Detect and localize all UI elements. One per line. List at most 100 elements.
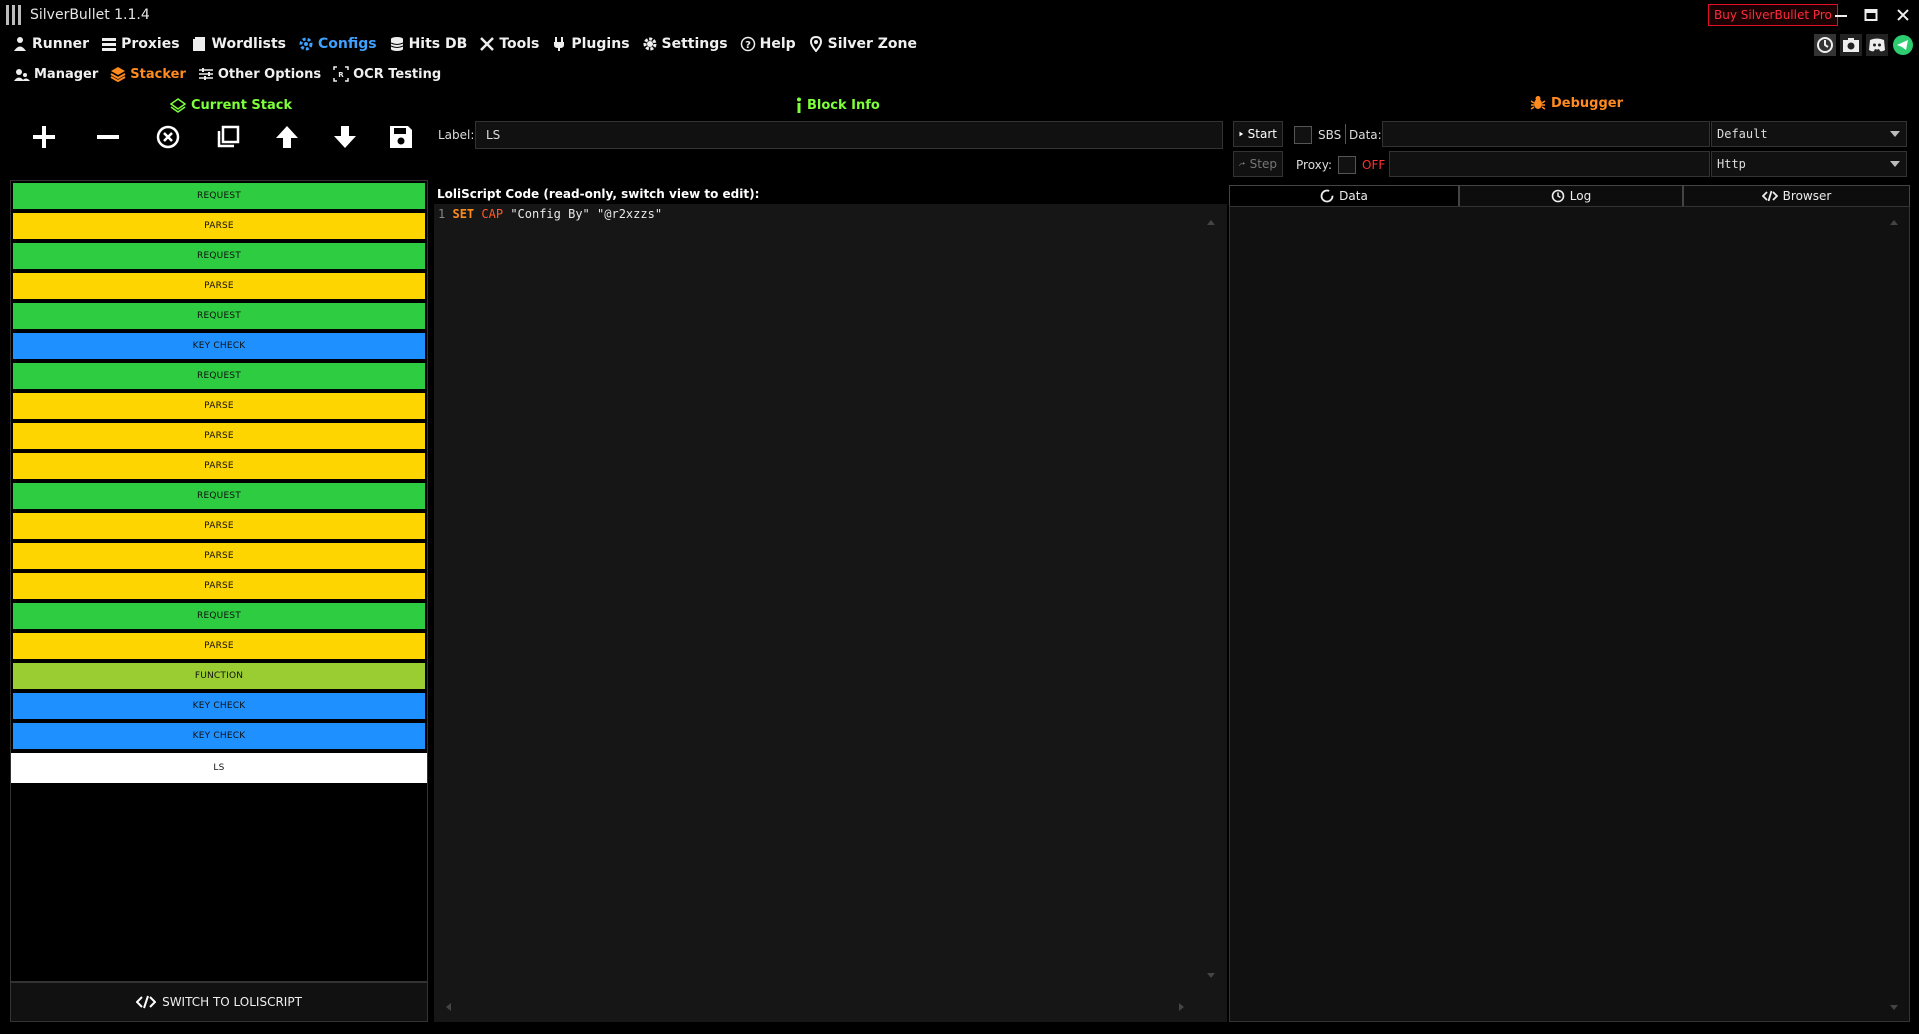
submenu-stacker[interactable]: Stacker — [110, 66, 186, 82]
chevron-down-icon — [1890, 131, 1900, 137]
save-config-button[interactable] — [381, 120, 421, 154]
stack-block-parse[interactable]: PARSE — [13, 213, 425, 239]
submenu-ocr-testing-label: OCR Testing — [353, 66, 442, 82]
menu-settings[interactable]: Settings — [642, 36, 728, 52]
info-icon — [797, 97, 801, 113]
stack-block-request[interactable]: REQUEST — [13, 303, 425, 329]
menu-tools[interactable]: Tools — [479, 36, 539, 52]
menu-wordlists[interactable]: Wordlists — [192, 36, 286, 52]
stack-block-request[interactable]: REQUEST — [13, 363, 425, 389]
menu-configs[interactable]: Configs — [298, 36, 377, 52]
clone-block-button[interactable] — [208, 120, 248, 154]
code-icon — [1761, 190, 1778, 202]
buy-pro-button[interactable]: Buy SilverBullet Pro — [1708, 4, 1838, 26]
stack-list: REQUEST PARSE REQUEST PARSE REQUEST KEY CHECK… — [10, 180, 428, 982]
help-icon: ? — [740, 36, 755, 52]
submenu-manager[interactable]: Manager — [14, 66, 98, 82]
proxy-type-value: Http — [1717, 157, 1746, 171]
menu-hits-db[interactable]: Hits DB — [389, 36, 468, 52]
move-up-button[interactable] — [267, 120, 307, 154]
discord-icon[interactable] — [1866, 34, 1888, 56]
stack-block-parse[interactable]: PARSE — [13, 423, 425, 449]
stack-block-keycheck[interactable]: KEY CHECK — [13, 333, 425, 359]
stack-block-request[interactable]: REQUEST — [13, 483, 425, 509]
add-block-button[interactable] — [24, 120, 64, 154]
menu-help-label: Help — [759, 36, 796, 52]
menu-configs-label: Configs — [318, 36, 377, 52]
menu-tools-label: Tools — [499, 36, 540, 52]
move-down-button[interactable] — [325, 120, 365, 154]
tab-browser[interactable]: Browser — [1683, 185, 1910, 207]
menu-plugins[interactable]: Plugins — [551, 36, 630, 52]
stack-block-request[interactable]: REQUEST — [13, 183, 425, 209]
code-scroll-up-icon[interactable] — [1206, 218, 1216, 226]
submenu-manager-label: Manager — [34, 66, 99, 82]
camera-icon[interactable] — [1840, 34, 1862, 56]
code-scroll-down-icon[interactable] — [1206, 972, 1216, 980]
proxy-checkbox[interactable] — [1338, 156, 1356, 174]
debug-scroll-up-icon[interactable] — [1889, 218, 1899, 226]
clear-blocks-button[interactable] — [148, 120, 188, 154]
menu-runner[interactable]: Runner — [12, 36, 89, 52]
proxy-state: OFF — [1362, 158, 1386, 172]
close-button[interactable] — [1888, 3, 1918, 27]
current-stack-header: Current Stack — [170, 97, 292, 113]
stack-block-parse[interactable]: PARSE — [13, 543, 425, 569]
data-input[interactable] — [1382, 121, 1710, 147]
svg-text:R: R — [338, 71, 344, 79]
stack-block-function[interactable]: FUNCTION — [13, 663, 425, 689]
plus-icon — [33, 126, 55, 148]
stack-block-parse[interactable]: PARSE — [13, 393, 425, 419]
step-button[interactable]: Step — [1233, 151, 1283, 177]
stack-block-parse[interactable]: PARSE — [13, 573, 425, 599]
separator — [1345, 124, 1346, 144]
start-label: Start — [1247, 127, 1277, 141]
history-icon[interactable] — [1814, 34, 1836, 56]
step-label: Step — [1249, 157, 1277, 171]
stack-block-ls[interactable]: LS — [11, 753, 427, 783]
debug-scroll-down-icon[interactable] — [1889, 1004, 1899, 1012]
tab-data[interactable]: Data — [1229, 185, 1459, 207]
wordlist-type-select[interactable]: Default — [1711, 121, 1907, 147]
label-input[interactable] — [475, 121, 1223, 149]
app-logo-icon — [6, 5, 24, 25]
save-icon — [390, 126, 412, 148]
stack-block-keycheck[interactable]: KEY CHECK — [13, 693, 425, 719]
stack-block-request[interactable]: REQUEST — [13, 603, 425, 629]
menu-help[interactable]: ? Help — [740, 36, 796, 52]
stack-block-parse[interactable]: PARSE — [13, 513, 425, 539]
stack-block-parse[interactable]: PARSE — [13, 273, 425, 299]
history-icon — [1551, 189, 1565, 203]
start-button[interactable]: Start — [1233, 121, 1283, 147]
minimize-button[interactable] — [1826, 3, 1856, 27]
stack-block-parse[interactable]: PARSE — [13, 453, 425, 479]
telegram-icon[interactable] — [1892, 34, 1914, 56]
tab-log[interactable]: Log — [1459, 185, 1683, 207]
debugger-title: Debugger — [1551, 95, 1624, 111]
stack-layers-icon — [170, 98, 186, 113]
svg-text:?: ? — [745, 40, 751, 51]
plug-icon — [554, 37, 565, 51]
sbs-checkbox[interactable] — [1294, 126, 1312, 144]
submenu-ocr-testing[interactable]: R OCR Testing — [333, 66, 441, 82]
menu-silver-zone[interactable]: Silver Zone — [808, 36, 917, 52]
stack-block-parse[interactable]: PARSE — [13, 633, 425, 659]
code-keyword-cap: CAP — [481, 207, 504, 221]
debugger-output-pane[interactable] — [1229, 206, 1910, 1022]
switch-to-loliscript-button[interactable]: SWITCH TO LOLISCRIPT — [10, 982, 428, 1022]
code-scroll-right-icon[interactable] — [1178, 1002, 1186, 1012]
users-icon — [14, 69, 30, 81]
stack-block-keycheck[interactable]: KEY CHECK — [13, 723, 425, 749]
proxy-input[interactable] — [1389, 151, 1710, 177]
bug-icon — [1530, 96, 1546, 110]
code-scroll-left-icon[interactable] — [444, 1002, 452, 1012]
remove-block-button[interactable] — [88, 120, 128, 154]
stack-block-request[interactable]: REQUEST — [13, 243, 425, 269]
loliscript-code-editor[interactable] — [434, 204, 1227, 1022]
submenu-other-options[interactable]: Other Options — [198, 66, 321, 82]
menu-hits-db-label: Hits DB — [408, 36, 468, 52]
proxy-type-select[interactable]: Http — [1711, 151, 1907, 177]
maximize-button[interactable] — [1856, 3, 1886, 27]
menu-proxies[interactable]: Proxies — [101, 36, 180, 52]
database-icon — [390, 37, 403, 51]
